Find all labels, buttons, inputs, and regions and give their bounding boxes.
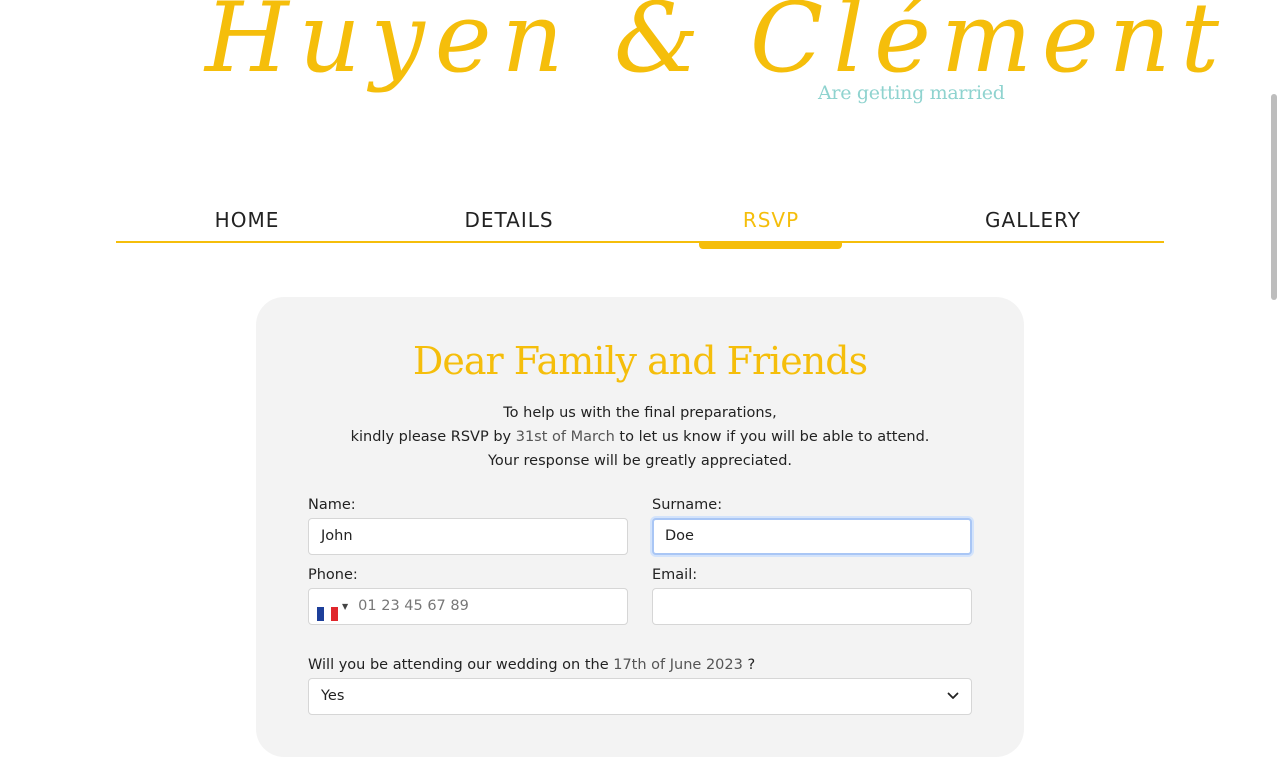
intro-line-3: Your response will be greatly appreciate… — [487, 453, 793, 469]
header-subtitle: Are getting married — [818, 82, 1005, 104]
intro-line-1: To help us with the final preparations, — [503, 405, 777, 421]
france-flag-icon[interactable] — [317, 600, 338, 621]
question-end: ? — [742, 657, 756, 673]
email-input[interactable] — [652, 588, 972, 625]
nav-underline — [116, 241, 1164, 243]
rsvp-deadline: 31st of March — [515, 429, 615, 445]
wedding-date: 17th of June 2023 — [613, 657, 743, 673]
nav-details[interactable]: DETAILS — [378, 208, 640, 232]
phone-input[interactable]: ▼ 01 23 45 67 89 — [308, 588, 628, 625]
phone-placeholder: 01 23 45 67 89 — [358, 598, 469, 614]
main-nav: HOME DETAILS RSVP GALLERY — [116, 200, 1164, 250]
nav-gallery[interactable]: GALLERY — [902, 208, 1164, 232]
attendance-selected-value: Yes — [321, 688, 345, 704]
rsvp-title: Dear Family and Friends — [412, 339, 868, 383]
name-input[interactable]: John — [308, 518, 628, 555]
nav-rsvp[interactable]: RSVP — [640, 208, 902, 232]
site-header: Huyen & Clément Are getting married — [0, 0, 1280, 160]
nav-home[interactable]: HOME — [116, 208, 378, 232]
caret-down-icon[interactable]: ▼ — [342, 589, 348, 624]
attendance-question: Will you be attending our wedding on the… — [308, 657, 755, 673]
question-start: Will you be attending our wedding on the — [308, 657, 614, 673]
attendance-select[interactable]: Yes — [308, 678, 972, 715]
rsvp-card: Dear Family and Friends To help us with … — [256, 297, 1024, 757]
email-label: Email: — [652, 567, 698, 583]
page-scrollbar[interactable] — [1271, 94, 1277, 300]
surname-label: Surname: — [652, 497, 723, 513]
nav-active-indicator — [699, 241, 842, 249]
phone-label: Phone: — [308, 567, 358, 583]
intro-line-2-end: to let us know if you will be able to at… — [614, 429, 930, 445]
intro-line-2-start: kindly please RSVP by — [350, 429, 516, 445]
surname-input[interactable]: Doe — [652, 518, 972, 555]
intro-line-2: kindly please RSVP by 31st of March to l… — [256, 425, 1024, 449]
chevron-down-icon[interactable] — [947, 679, 959, 728]
rsvp-intro: To help us with the final preparations, … — [256, 401, 1024, 473]
name-label: Name: — [308, 497, 356, 513]
